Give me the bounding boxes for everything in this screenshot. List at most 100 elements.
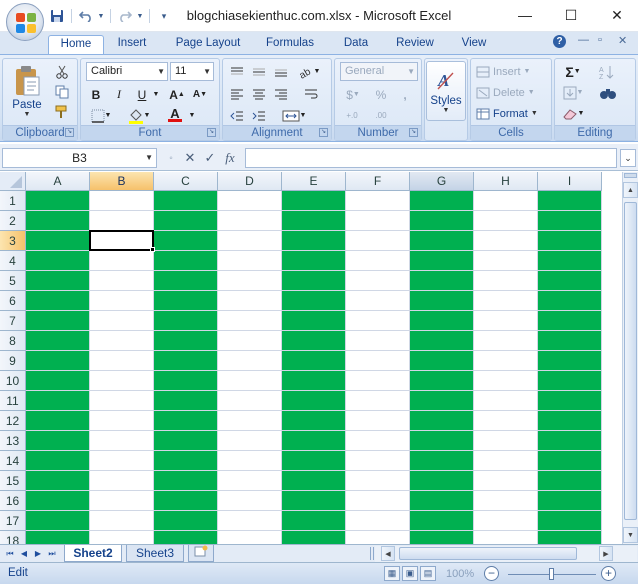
- sort-filter-button[interactable]: AZ: [593, 62, 623, 81]
- name-box[interactable]: B3 ▼: [2, 148, 157, 168]
- scroll-left-icon[interactable]: ◀: [381, 546, 395, 561]
- decrease-decimal-button[interactable]: .00: [368, 106, 394, 125]
- fill-button[interactable]: ▼: [559, 83, 587, 102]
- split-box[interactable]: [624, 173, 637, 178]
- merge-center-button[interactable]: ▼: [277, 106, 311, 125]
- horizontal-scrollbar[interactable]: ◀ ▶: [375, 546, 637, 562]
- tab-data[interactable]: Data: [336, 35, 376, 54]
- zoom-out-button[interactable]: −: [484, 566, 499, 581]
- increase-indent-icon[interactable]: [249, 106, 269, 125]
- row-header-14[interactable]: 14: [0, 451, 26, 471]
- office-button[interactable]: [6, 3, 44, 41]
- comma-button[interactable]: ,: [395, 85, 415, 104]
- decrease-indent-icon[interactable]: [227, 106, 247, 125]
- redo-dropdown-icon[interactable]: ▼: [136, 7, 144, 25]
- page-layout-view-icon[interactable]: ▣: [402, 566, 418, 581]
- grow-font-button[interactable]: A ▲: [167, 85, 187, 104]
- underline-button[interactable]: U: [132, 85, 152, 104]
- column-header-f[interactable]: F: [346, 172, 410, 191]
- find-select-button[interactable]: [593, 83, 623, 102]
- cancel-entry-icon[interactable]: ✕: [181, 149, 199, 167]
- tab-review[interactable]: Review: [392, 35, 438, 54]
- column-header-b[interactable]: B: [90, 172, 154, 191]
- borders-button[interactable]: ▼: [86, 106, 116, 125]
- ribbon-restore-button[interactable]: ▫: [598, 34, 602, 46]
- customize-icon[interactable]: ▾: [155, 7, 173, 25]
- clipboard-launcher-icon[interactable]: ↘: [65, 128, 74, 137]
- close-button[interactable]: ✕: [594, 0, 638, 30]
- align-left-icon[interactable]: [227, 84, 247, 103]
- tab-page-layout[interactable]: Page Layout: [170, 35, 246, 54]
- currency-button[interactable]: $ ▼: [340, 85, 366, 104]
- autosum-button[interactable]: Σ ▼: [559, 62, 587, 81]
- ribbon-minimize-button[interactable]: —: [578, 34, 589, 46]
- format-painter-icon[interactable]: [52, 102, 72, 121]
- zoom-level[interactable]: 100%: [446, 568, 474, 580]
- tab-view[interactable]: View: [454, 35, 494, 54]
- scroll-right-icon[interactable]: ▶: [599, 546, 613, 561]
- row-header-5[interactable]: 5: [0, 271, 26, 291]
- tab-split-handle[interactable]: [370, 547, 374, 560]
- row-header-13[interactable]: 13: [0, 431, 26, 451]
- sheet-tab[interactable]: Sheet2: [64, 545, 122, 562]
- save-icon[interactable]: [48, 7, 66, 25]
- column-header-g[interactable]: G: [410, 172, 474, 191]
- next-sheet-icon[interactable]: ▶: [32, 547, 44, 560]
- number-format-select[interactable]: General ▼: [340, 62, 418, 81]
- font-color-dropdown-icon[interactable]: ▼: [187, 106, 197, 125]
- align-right-icon[interactable]: [271, 84, 291, 103]
- column-header-c[interactable]: C: [154, 172, 218, 191]
- redo-icon[interactable]: [116, 7, 134, 25]
- normal-view-icon[interactable]: ▦: [384, 566, 400, 581]
- row-header-16[interactable]: 16: [0, 491, 26, 511]
- fill-color-button[interactable]: ▼: [123, 106, 155, 125]
- zoom-in-button[interactable]: +: [601, 566, 616, 581]
- page-break-view-icon[interactable]: ▤: [420, 566, 436, 581]
- align-center-icon[interactable]: [249, 84, 269, 103]
- select-all-button[interactable]: [0, 172, 26, 191]
- wrap-text-icon[interactable]: [301, 84, 321, 103]
- ribbon-close-button[interactable]: ✕: [618, 34, 627, 47]
- active-cell[interactable]: [89, 230, 154, 251]
- column-header-a[interactable]: A: [26, 172, 90, 191]
- font-size-select[interactable]: 11 ▼: [170, 62, 214, 81]
- zoom-slider-handle[interactable]: [549, 568, 554, 580]
- row-header-7[interactable]: 7: [0, 311, 26, 331]
- column-header-d[interactable]: D: [218, 172, 282, 191]
- vertical-scroll-thumb[interactable]: [624, 202, 637, 520]
- alignment-launcher-icon[interactable]: ↘: [319, 128, 328, 137]
- prev-sheet-icon[interactable]: ◀: [18, 547, 30, 560]
- confirm-entry-icon[interactable]: ✓: [201, 149, 219, 167]
- row-header-9[interactable]: 9: [0, 351, 26, 371]
- scroll-up-icon[interactable]: ▲: [623, 182, 638, 198]
- column-header-h[interactable]: H: [474, 172, 538, 191]
- row-header-17[interactable]: 17: [0, 511, 26, 531]
- clear-button[interactable]: ▼: [559, 104, 587, 123]
- insert-function-icon[interactable]: fx: [221, 149, 239, 167]
- row-header-18[interactable]: 18: [0, 531, 26, 544]
- column-header-i[interactable]: I: [538, 172, 602, 191]
- percent-button[interactable]: %: [371, 85, 391, 104]
- cut-icon[interactable]: [52, 62, 72, 81]
- vertical-scrollbar[interactable]: ▲ ▼: [622, 172, 638, 544]
- paste-button[interactable]: Paste ▼: [7, 63, 47, 119]
- undo-dropdown-icon[interactable]: ▼: [97, 7, 105, 25]
- undo-icon[interactable]: [77, 7, 95, 25]
- row-header-3[interactable]: 3: [0, 231, 26, 251]
- number-launcher-icon[interactable]: ↘: [409, 128, 418, 137]
- italic-button[interactable]: I: [109, 85, 129, 104]
- insert-sheet-icon[interactable]: [188, 545, 214, 562]
- insert-cells-button[interactable]: Insert ▼: [475, 62, 549, 81]
- align-bottom-icon[interactable]: [271, 62, 291, 81]
- maximize-button[interactable]: ☐: [548, 0, 594, 30]
- row-header-4[interactable]: 4: [0, 251, 26, 271]
- delete-cells-button[interactable]: Delete ▼: [475, 83, 549, 102]
- underline-dropdown-icon[interactable]: ▼: [151, 85, 161, 104]
- horizontal-scroll-thumb[interactable]: [399, 547, 577, 560]
- row-header-10[interactable]: 10: [0, 371, 26, 391]
- tab-home[interactable]: Home: [48, 35, 104, 54]
- row-header-11[interactable]: 11: [0, 391, 26, 411]
- worksheet-grid[interactable]: A B C D E F G H I 1 2 3 4 5 6 7 8 9 10 11 12 13 14 15 16 17 18: [0, 172, 622, 544]
- row-header-12[interactable]: 12: [0, 411, 26, 431]
- orientation-button[interactable]: ab ▼: [295, 62, 323, 81]
